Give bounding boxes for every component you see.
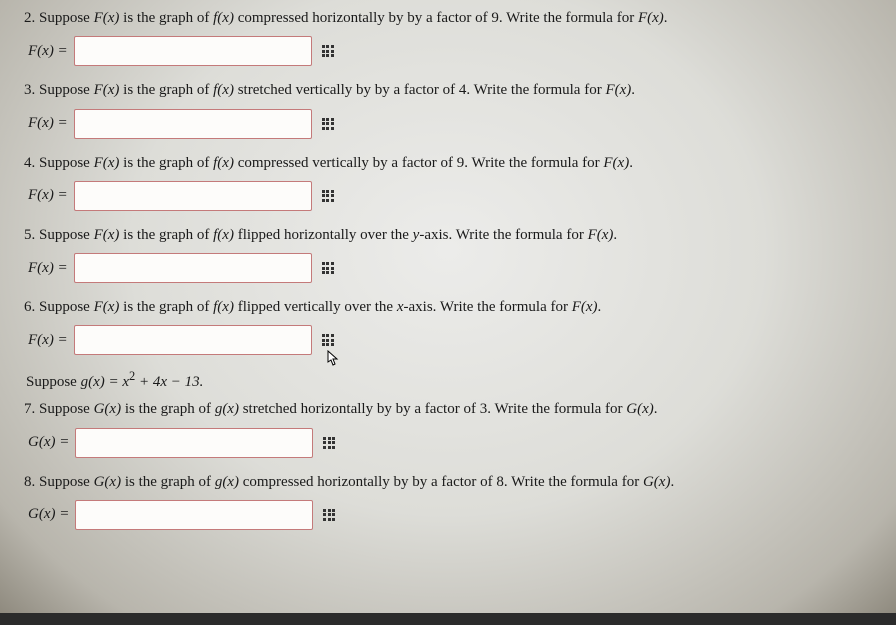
answer-4-input[interactable] — [74, 181, 312, 211]
question-2-prompt: 2. Suppose F(x) is the graph of f(x) com… — [24, 8, 868, 28]
answer-6-lhs: F(x) = — [28, 332, 68, 349]
question-3-prompt: 3. Suppose F(x) is the graph of f(x) str… — [24, 80, 868, 100]
answer-8-lhs: G(x) = — [28, 506, 69, 523]
answer-7-lhs: G(x) = — [28, 434, 69, 451]
answer-8-input[interactable] — [75, 500, 313, 530]
keypad-icon[interactable] — [322, 118, 334, 130]
keypad-icon[interactable] — [323, 437, 335, 449]
answer-4-lhs: F(x) = — [28, 187, 68, 204]
keypad-icon[interactable] — [322, 190, 334, 202]
answer-3-lhs: F(x) = — [28, 115, 68, 132]
keypad-icon[interactable] — [322, 334, 334, 346]
question-6-prompt: 6. Suppose F(x) is the graph of f(x) fli… — [24, 297, 868, 317]
answer-2-lhs: F(x) = — [28, 43, 68, 60]
question-7-prompt: 7. Suppose G(x) is the graph of g(x) str… — [24, 399, 868, 419]
keypad-icon[interactable] — [323, 509, 335, 521]
question-5-prompt: 5. Suppose F(x) is the graph of f(x) fli… — [24, 225, 868, 245]
cursor-icon — [324, 350, 340, 368]
question-4-prompt: 4. Suppose F(x) is the graph of f(x) com… — [24, 153, 868, 173]
answer-5-input[interactable] — [74, 253, 312, 283]
keypad-icon[interactable] — [322, 262, 334, 274]
question-8-prompt: 8. Suppose G(x) is the graph of g(x) com… — [24, 472, 868, 492]
answer-7-input[interactable] — [75, 428, 313, 458]
answer-3-input[interactable] — [74, 109, 312, 139]
g-definition: Suppose g(x) = x2 + 4x − 13. — [26, 369, 868, 391]
answer-6-input[interactable] — [74, 325, 312, 355]
answer-5-lhs: F(x) = — [28, 260, 68, 277]
keypad-icon[interactable] — [322, 45, 334, 57]
answer-2-input[interactable] — [74, 36, 312, 66]
